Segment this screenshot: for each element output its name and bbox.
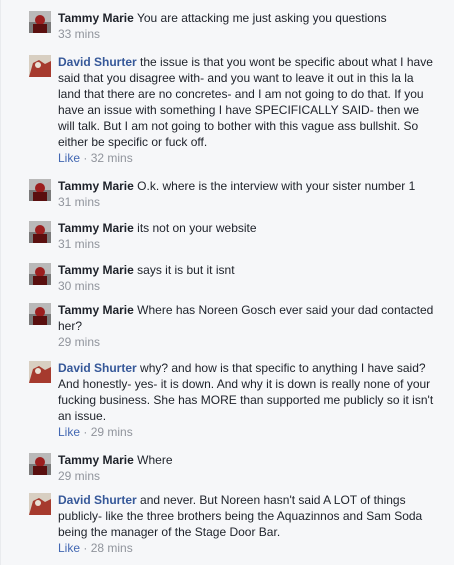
comment-body: Tammy Marie its not on your website 31 m… (58, 220, 438, 252)
comment-thread: Tammy Marie You are attacking me just as… (0, 0, 454, 565)
comment-author[interactable]: David Shurter (58, 361, 137, 375)
comment-meta: 29 mins (58, 468, 438, 484)
comment-author[interactable]: Tammy Marie (58, 221, 134, 235)
comment-text: O.k. where is the interview with your si… (137, 179, 416, 193)
comment-author[interactable]: Tammy Marie (58, 453, 134, 467)
comment-time[interactable]: 29 mins (58, 335, 100, 349)
comment-body: David Shurter and never. But Noreen hasn… (58, 492, 438, 556)
comment-meta: 31 mins (58, 236, 438, 252)
comment-body: Tammy Marie Where 29 mins (58, 452, 438, 484)
avatar[interactable] (29, 55, 51, 77)
comment-time[interactable]: 31 mins (58, 195, 100, 209)
comment-meta: 31 mins (58, 194, 438, 210)
comment-text: says it is but it isnt (137, 263, 235, 277)
comment-meta: 33 mins (58, 26, 438, 42)
comment-author[interactable]: David Shurter (58, 55, 137, 69)
avatar[interactable] (29, 453, 51, 475)
avatar[interactable] (29, 303, 51, 325)
comment-meta: 29 mins (58, 334, 438, 350)
comment-author[interactable]: David Shurter (58, 493, 137, 507)
comment-time[interactable]: 32 mins (91, 151, 133, 165)
comment-time[interactable]: 31 mins (58, 237, 100, 251)
comment-author[interactable]: Tammy Marie (58, 11, 134, 25)
avatar[interactable] (29, 179, 51, 201)
comment-meta: Like · 28 mins (58, 541, 133, 555)
comment-time[interactable]: 29 mins (91, 425, 133, 439)
comment-text: Where (137, 453, 173, 467)
comment-text: You are attacking me just asking you que… (136, 11, 387, 25)
avatar[interactable] (29, 221, 51, 243)
comment-author[interactable]: Tammy Marie (58, 179, 134, 193)
avatar[interactable] (29, 11, 51, 33)
like-link[interactable]: Like (58, 151, 80, 165)
comment-text: its not on your website (137, 221, 257, 235)
comment-time[interactable]: 28 mins (91, 541, 133, 555)
comment-body: David Shurter why? and how is that speci… (58, 360, 438, 440)
comment-body: David Shurter the issue is that you wont… (58, 54, 438, 166)
like-link[interactable]: Like (58, 541, 80, 555)
comment-meta: Like · 32 mins (58, 151, 133, 165)
avatar[interactable] (29, 361, 51, 383)
comment-time[interactable]: 30 mins (58, 279, 100, 293)
comment-author[interactable]: Tammy Marie (58, 303, 134, 317)
comment-meta: Like · 29 mins (58, 425, 133, 439)
comment-time[interactable]: 29 mins (58, 469, 100, 483)
like-link[interactable]: Like (58, 425, 80, 439)
comment-body: Tammy Marie says it is but it isnt 30 mi… (58, 262, 438, 294)
avatar[interactable] (29, 263, 51, 285)
avatar[interactable] (29, 493, 51, 515)
comment-meta: 30 mins (58, 278, 438, 294)
comment-body: Tammy Marie Where has Noreen Gosch ever … (58, 302, 438, 350)
comment-author[interactable]: Tammy Marie (58, 263, 134, 277)
comment-time[interactable]: 33 mins (58, 27, 100, 41)
comment-text: the issue is that you wont be specific a… (58, 55, 433, 149)
comment-body: Tammy Marie You are attacking me just as… (58, 10, 438, 42)
comment-body: Tammy Marie O.k. where is the interview … (58, 178, 438, 210)
